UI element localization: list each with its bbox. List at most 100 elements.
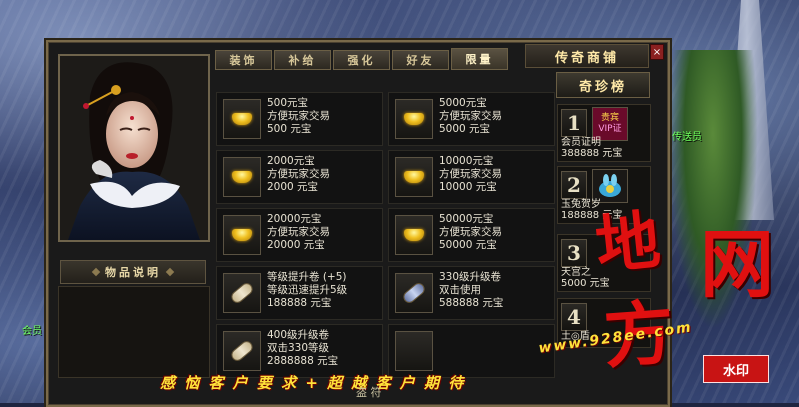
item-price: 188888 元宝 (267, 297, 332, 309)
shop-item[interactable]: 等级提升卷 (+5) 等级迅速提升5级 188888 元宝 (216, 266, 383, 320)
jade-rabbit-art (599, 174, 621, 197)
vip-badge-icon[interactable]: 贵宾 VIP证 (592, 107, 628, 141)
diamond-ornament-icon (91, 267, 101, 277)
tab-supply[interactable]: 补给 (274, 50, 331, 70)
character-portrait (58, 54, 210, 242)
item-info: 20000元宝 方便玩家交易 20000 元宝 (267, 213, 330, 252)
item-name: 20000元宝 (267, 213, 322, 225)
gold-ingot-icon (404, 229, 424, 241)
ranking-item-name: 会员证明 (561, 137, 601, 148)
rank-number: 4 (561, 303, 587, 331)
item-slot[interactable] (223, 273, 261, 313)
item-name: 10000元宝 (439, 155, 494, 167)
watermark-fragment: 盗 符 (356, 386, 382, 399)
tab-limited[interactable]: 限量 (451, 48, 508, 70)
item-desc: 方便玩家交易 (439, 168, 502, 180)
ranking-title: 奇珍榜 (556, 72, 650, 98)
gold-ingot-icon (232, 229, 252, 241)
item-desc: 方便玩家交易 (439, 110, 502, 122)
item-description-box (58, 286, 210, 378)
gold-ingot-icon (404, 113, 424, 125)
item-info: 5000元宝 方便玩家交易 5000 元宝 (439, 97, 502, 136)
shop-item[interactable]: 2000元宝 方便玩家交易 2000 元宝 (216, 150, 383, 204)
item-info: 等级提升卷 (+5) 等级迅速提升5级 188888 元宝 (267, 271, 347, 310)
item-slot[interactable] (223, 215, 261, 255)
watermark-char-2: 网 (700, 222, 774, 308)
item-info: 10000元宝 方便玩家交易 10000 元宝 (439, 155, 502, 194)
vip-badge-line1: 贵宾 (600, 113, 619, 123)
item-price: 50000 元宝 (439, 239, 497, 251)
shop-item-empty[interactable] (388, 324, 555, 378)
gold-ingot-icon (232, 113, 252, 125)
scroll-icon (230, 340, 254, 362)
close-button[interactable]: × (650, 44, 664, 60)
item-price: 20000 元宝 (267, 239, 325, 251)
blue-scroll-icon (402, 282, 426, 304)
item-price: 2888888 元宝 (267, 355, 339, 367)
shop-item[interactable]: 500元宝 方便玩家交易 500 元宝 (216, 92, 383, 146)
shop-item[interactable]: 400级升级卷 双击330等级 2888888 元宝 (216, 324, 383, 378)
item-desc: 方便玩家交易 (267, 168, 330, 180)
gold-ingot-icon (232, 171, 252, 183)
scroll-icon (230, 282, 254, 304)
item-slot[interactable] (223, 331, 261, 371)
watermark-stamp: 水印 (703, 355, 769, 383)
gold-ingot-icon (404, 171, 424, 183)
item-slot[interactable] (395, 273, 433, 313)
item-price: 5000 元宝 (439, 123, 491, 135)
jade-rabbit-icon[interactable] (592, 169, 628, 203)
item-info: 2000元宝 方便玩家交易 2000 元宝 (267, 155, 330, 194)
npc-label-left[interactable]: 会员 (22, 322, 42, 337)
tab-friends[interactable]: 好友 (392, 50, 449, 70)
shop-item[interactable]: 330级升级卷 双击使用 588888 元宝 (388, 266, 555, 320)
watermark-slogan: 感 恼 客 户 要 求 + 超 越 客 户 期 待 (160, 374, 466, 392)
ranking-entry[interactable]: 1 贵宾 VIP证 会员证明 388888 元宝 (557, 104, 651, 162)
item-info: 400级升级卷 双击330等级 2888888 元宝 (267, 329, 338, 368)
tab-enhance[interactable]: 强化 (333, 50, 390, 70)
ranking-item-text: 会员证明 388888 元宝 (561, 137, 622, 159)
empty-item-slot[interactable] (395, 331, 433, 371)
item-price: 500 元宝 (267, 123, 312, 135)
shop-item[interactable]: 5000元宝 方便玩家交易 5000 元宝 (388, 92, 555, 146)
item-info: 50000元宝 方便玩家交易 50000 元宝 (439, 213, 502, 252)
item-price: 10000 元宝 (439, 181, 497, 193)
item-price: 588888 元宝 (439, 297, 504, 309)
shop-title: 传奇商铺 (525, 44, 649, 68)
item-name: 50000元宝 (439, 213, 494, 225)
item-desc: 双击使用 (439, 284, 481, 296)
rank-number: 1 (561, 109, 587, 137)
item-name: 2000元宝 (267, 155, 315, 167)
item-name: 等级提升卷 (+5) (267, 271, 347, 283)
npc-label-teleporter[interactable]: 传送员 (672, 128, 702, 143)
item-desc: 方便玩家交易 (439, 226, 502, 238)
item-description-title: 物品说明 (105, 266, 161, 279)
item-name: 400级升级卷 (267, 329, 330, 341)
item-info: 330级升级卷 双击使用 588888 元宝 (439, 271, 503, 310)
item-price: 2000 元宝 (267, 181, 319, 193)
portrait-art (60, 56, 208, 240)
shop-item[interactable]: 50000元宝 方便玩家交易 50000 元宝 (388, 208, 555, 262)
item-slot[interactable] (223, 99, 261, 139)
item-slot[interactable] (223, 157, 261, 197)
item-info: 500元宝 方便玩家交易 500 元宝 (267, 97, 330, 136)
rank-number: 3 (561, 239, 587, 267)
tab-decoration[interactable]: 装饰 (215, 50, 272, 70)
shop-item[interactable]: 10000元宝 方便玩家交易 10000 元宝 (388, 150, 555, 204)
item-desc: 方便玩家交易 (267, 226, 330, 238)
watermark-char-1: 地 (592, 202, 664, 285)
item-description-header: 物品说明 (60, 260, 206, 284)
item-name: 330级升级卷 (439, 271, 502, 283)
shop-item[interactable]: 20000元宝 方便玩家交易 20000 元宝 (216, 208, 383, 262)
vip-badge-line2: VIP证 (598, 124, 622, 134)
item-slot[interactable] (395, 215, 433, 255)
shop-tabs: 装饰 补给 强化 好友 限量 (215, 48, 508, 70)
item-desc: 方便玩家交易 (267, 110, 330, 122)
item-slot[interactable] (395, 157, 433, 197)
item-name: 500元宝 (267, 97, 309, 109)
item-desc: 等级迅速提升5级 (267, 284, 348, 296)
ranking-item-price: 388888 元宝 (561, 148, 623, 159)
item-desc: 双击330等级 (267, 342, 330, 354)
item-slot[interactable] (395, 99, 433, 139)
diamond-ornament-icon (165, 267, 175, 277)
item-name: 5000元宝 (439, 97, 487, 109)
